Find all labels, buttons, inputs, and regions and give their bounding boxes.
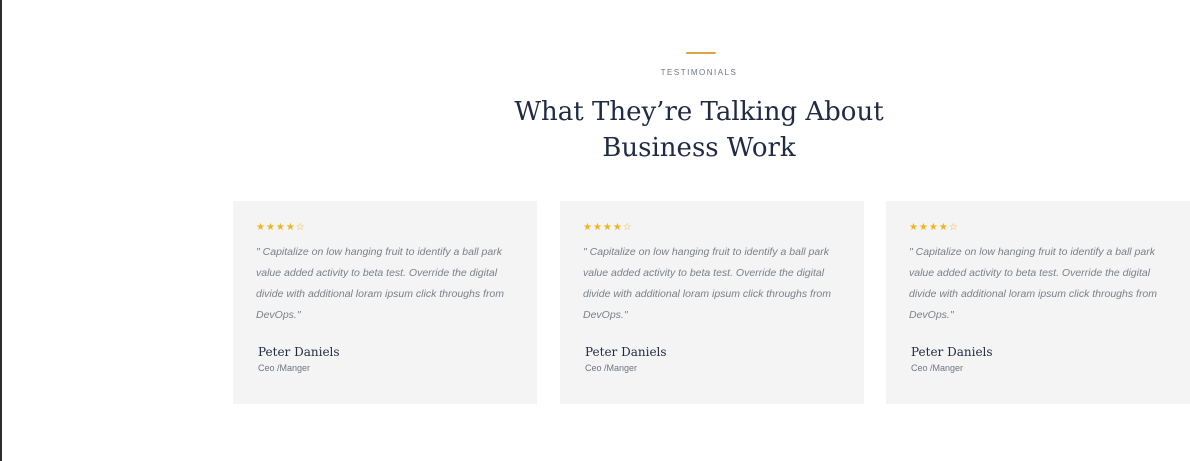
section-accent-line: [686, 52, 716, 54]
testimonial-cards: ★★★★☆ " Capitalize on low hanging fruit …: [233, 201, 1190, 404]
star-rating-icon: ★★★★☆: [256, 222, 306, 233]
testimonials-section: TESTIMONIALS What They’re Talking About …: [0, 0, 1190, 461]
section-title: What They’re Talking About Business Work: [0, 94, 1190, 166]
star-rating-icon: ★★★★☆: [909, 222, 959, 233]
star-rating-icon: ★★★★☆: [583, 222, 633, 233]
testimonial-author-name: Peter Daniels: [585, 345, 667, 359]
testimonial-author-role: Ceo /Manger: [585, 363, 638, 373]
testimonial-quote: " Capitalize on low hanging fruit to ide…: [256, 246, 505, 321]
section-title-line-2: Business Work: [602, 133, 796, 163]
testimonial-author-name: Peter Daniels: [258, 345, 340, 359]
section-title-line-1: What They’re Talking About: [514, 97, 884, 127]
testimonial-card: ★★★★☆ " Capitalize on low hanging fruit …: [886, 201, 1190, 404]
testimonial-quote: " Capitalize on low hanging fruit to ide…: [583, 246, 832, 321]
testimonial-author-role: Ceo /Manger: [258, 363, 311, 373]
testimonial-card: ★★★★☆ " Capitalize on low hanging fruit …: [560, 201, 864, 404]
testimonial-author-role: Ceo /Manger: [911, 363, 964, 373]
testimonial-quote: " Capitalize on low hanging fruit to ide…: [909, 246, 1158, 321]
section-eyebrow: TESTIMONIALS: [660, 68, 738, 77]
testimonial-author-name: Peter Daniels: [911, 345, 993, 359]
testimonial-card: ★★★★☆ " Capitalize on low hanging fruit …: [233, 201, 537, 404]
